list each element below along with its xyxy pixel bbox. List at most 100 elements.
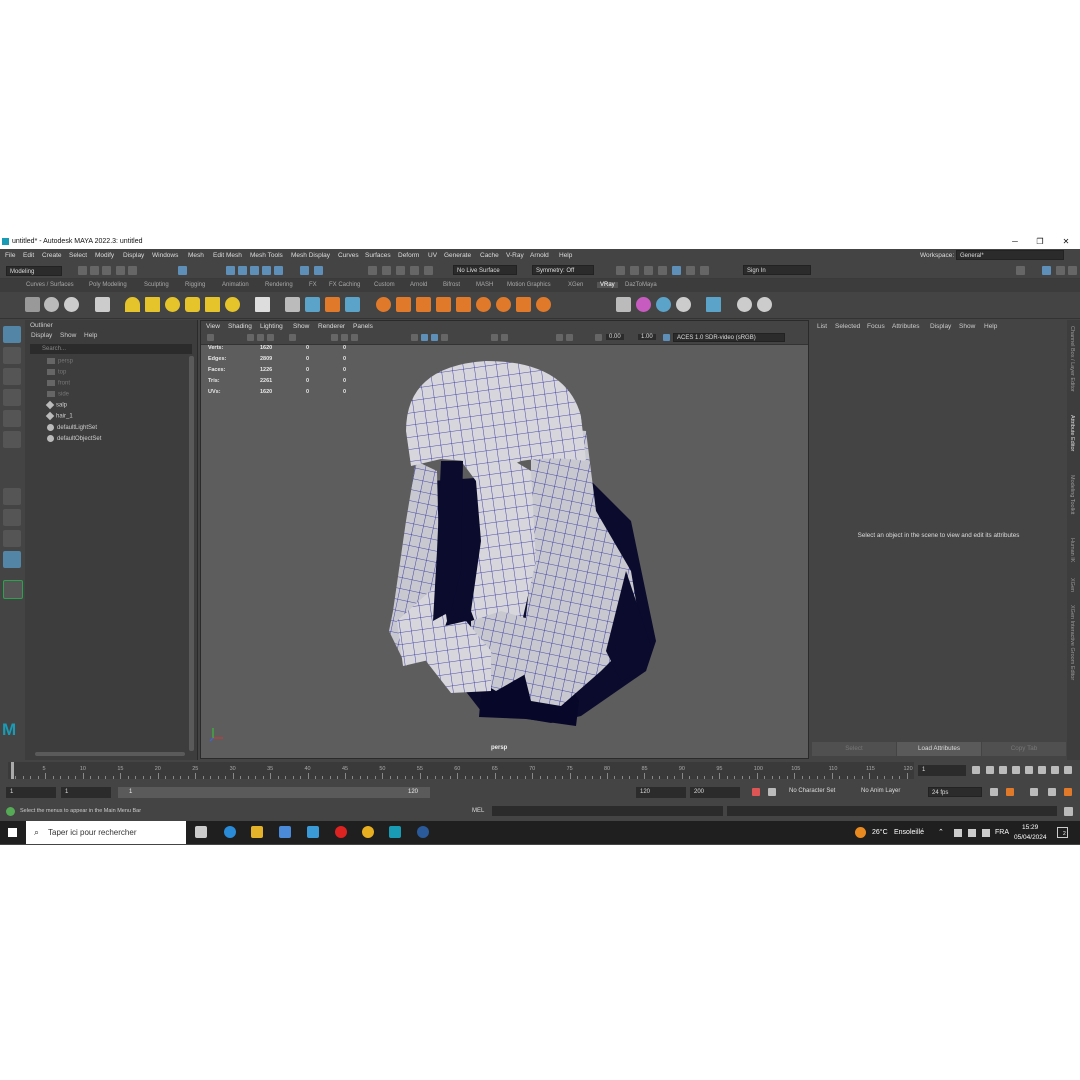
dome-light-icon[interactable] — [125, 297, 140, 312]
render-current-icon[interactable] — [630, 266, 639, 275]
hair-mesh[interactable] — [201, 321, 808, 758]
vray-render-icon[interactable] — [686, 266, 695, 275]
ae-menu-list[interactable]: List — [817, 323, 827, 330]
menu-select[interactable]: Select — [69, 252, 87, 259]
four-view-layout-icon[interactable] — [3, 509, 21, 526]
select-by-object-icon[interactable] — [178, 266, 187, 275]
persp-outliner-layout-icon[interactable] — [3, 530, 21, 547]
cache-icon[interactable] — [1006, 788, 1014, 796]
save-scene-icon[interactable] — [102, 266, 111, 275]
tray-chevron-icon[interactable]: ⌃ — [938, 828, 944, 836]
outliner-item-salp[interactable]: salp — [45, 400, 67, 410]
snap-point-icon[interactable] — [250, 266, 259, 275]
vray-ipr-icon[interactable] — [700, 266, 709, 275]
time-ruler[interactable]: 5 10 15 20 25 30 35 40 45 50 55 60 65 70 75 80 85 90 95 100… — [8, 762, 914, 779]
ae-menu-help[interactable]: Help — [984, 323, 997, 330]
menu-file[interactable]: File — [5, 252, 15, 259]
ae-menu-focus[interactable]: Focus — [867, 323, 885, 330]
vray-logo-icon[interactable] — [757, 297, 772, 312]
ipr-render-icon[interactable] — [424, 266, 433, 275]
volume-icon[interactable] — [968, 829, 976, 837]
single-perspective-layout-icon[interactable] — [3, 488, 21, 505]
vray-render-shelf-icon[interactable] — [25, 297, 40, 312]
playback-end-field[interactable]: 120 — [636, 787, 686, 798]
vray-info-icon[interactable] — [676, 297, 691, 312]
snap-view-icon[interactable] — [262, 266, 271, 275]
vray-texture-icon[interactable] — [476, 297, 491, 312]
command-input[interactable] — [492, 806, 723, 816]
perspective-viewport[interactable]: View Shading Lighting Show Renderer Pane… — [200, 320, 809, 759]
file-explorer-icon[interactable] — [251, 826, 263, 838]
current-frame-field[interactable]: 1 — [918, 765, 966, 776]
menu-create[interactable]: Create — [42, 252, 62, 259]
outliner-menu-show[interactable]: Show — [60, 332, 76, 339]
mail-icon[interactable] — [307, 826, 319, 838]
menu-cache[interactable]: Cache — [480, 252, 499, 259]
outliner-item-hair[interactable]: hair_1 — [45, 411, 73, 421]
maya-taskbar-icon[interactable] — [389, 826, 401, 838]
vray-settings-icon[interactable] — [536, 297, 551, 312]
shelf-tab-animation[interactable]: Animation — [222, 282, 249, 288]
shelf-tab-curves[interactable]: Curves / Surfaces — [26, 282, 74, 288]
play-forwards-icon[interactable] — [1025, 766, 1033, 774]
fps-dropdown[interactable]: 24 fps — [928, 787, 982, 797]
redo-icon[interactable] — [128, 266, 137, 275]
shelf-tab-fx-caching[interactable]: FX Caching — [329, 282, 360, 288]
vray-light-lister-icon[interactable] — [656, 297, 671, 312]
vray-mtl-icon[interactable] — [376, 297, 391, 312]
side-tab-xgen-groom[interactable]: XGen Interactive Groom Editor — [1069, 605, 1075, 680]
menu-edit-mesh[interactable]: Edit Mesh — [213, 252, 242, 259]
new-scene-icon[interactable] — [78, 266, 87, 275]
clock-time[interactable]: 15:29 — [1022, 824, 1038, 831]
vray-uvw-icon[interactable] — [456, 297, 471, 312]
sphere-light-icon[interactable] — [165, 297, 180, 312]
vray-sphere-icon[interactable] — [44, 297, 59, 312]
menu-vray[interactable]: V-Ray — [506, 252, 524, 259]
outliner-horizontal-scrollbar[interactable] — [35, 752, 185, 756]
sun-light-icon[interactable] — [225, 297, 240, 312]
attribute-editor-toggle-icon[interactable] — [1042, 266, 1051, 275]
menu-curves[interactable]: Curves — [338, 252, 359, 259]
input-ops-icon[interactable] — [368, 266, 377, 275]
vray-hair-icon[interactable] — [516, 297, 531, 312]
outliner-item-default-light-set[interactable]: defaultLightSet — [47, 424, 97, 431]
shelf-tab-mash[interactable]: MASH — [476, 282, 493, 288]
vray-grid-icon[interactable] — [436, 297, 451, 312]
menuset-dropdown[interactable]: Modeling — [6, 266, 62, 276]
outliner-item-side[interactable]: side — [47, 391, 69, 398]
vray-scene-converter-icon[interactable] — [706, 297, 721, 312]
channel-box-toggle-icon[interactable] — [1068, 266, 1077, 275]
sound-icon[interactable] — [1030, 788, 1038, 796]
shelf-tab-arnold[interactable]: Arnold — [410, 282, 427, 288]
loop-icon[interactable] — [990, 788, 998, 796]
shelf-tab-rigging[interactable]: Rigging — [185, 282, 205, 288]
persp-graph-layout-icon[interactable] — [3, 551, 21, 568]
hypershade-icon[interactable] — [672, 266, 681, 275]
outliner-item-persp[interactable]: persp — [47, 358, 73, 365]
outliner-menu-help[interactable]: Help — [84, 332, 97, 339]
play-backwards-icon[interactable] — [1012, 766, 1020, 774]
ae-menu-selected[interactable]: Selected — [835, 323, 860, 330]
snap-surface-icon[interactable] — [274, 266, 283, 275]
menu-deform[interactable]: Deform — [398, 252, 419, 259]
undo-icon[interactable] — [116, 266, 125, 275]
rotate-tool-icon[interactable] — [3, 410, 21, 427]
vray-fire-icon[interactable] — [416, 297, 431, 312]
side-tab-human-ik[interactable]: Human IK — [1069, 538, 1075, 562]
vray-displacement-icon[interactable] — [325, 297, 340, 312]
vray-fur-icon[interactable] — [305, 297, 320, 312]
vray-scene-icon[interactable] — [345, 297, 360, 312]
key-preferences-icon[interactable] — [768, 788, 776, 796]
playback-start-field[interactable]: 1 — [61, 787, 111, 798]
sign-in-dropdown[interactable]: Sign In — [743, 265, 811, 275]
tool-settings-icon[interactable] — [1056, 266, 1065, 275]
shelf-tab-bifrost[interactable]: Bifrost — [443, 282, 460, 288]
anim-layer-dropdown[interactable]: No Anim Layer — [861, 788, 900, 794]
script-editor-icon[interactable] — [1064, 807, 1073, 816]
menu-help[interactable]: Help — [559, 252, 572, 259]
step-back-frame-icon[interactable] — [999, 766, 1007, 774]
shelf-tab-fx[interactable]: FX — [309, 282, 317, 288]
auto-key-icon[interactable] — [752, 788, 760, 796]
animation-start-field[interactable]: 1 — [6, 787, 56, 798]
animation-preferences-icon[interactable] — [1064, 788, 1072, 796]
